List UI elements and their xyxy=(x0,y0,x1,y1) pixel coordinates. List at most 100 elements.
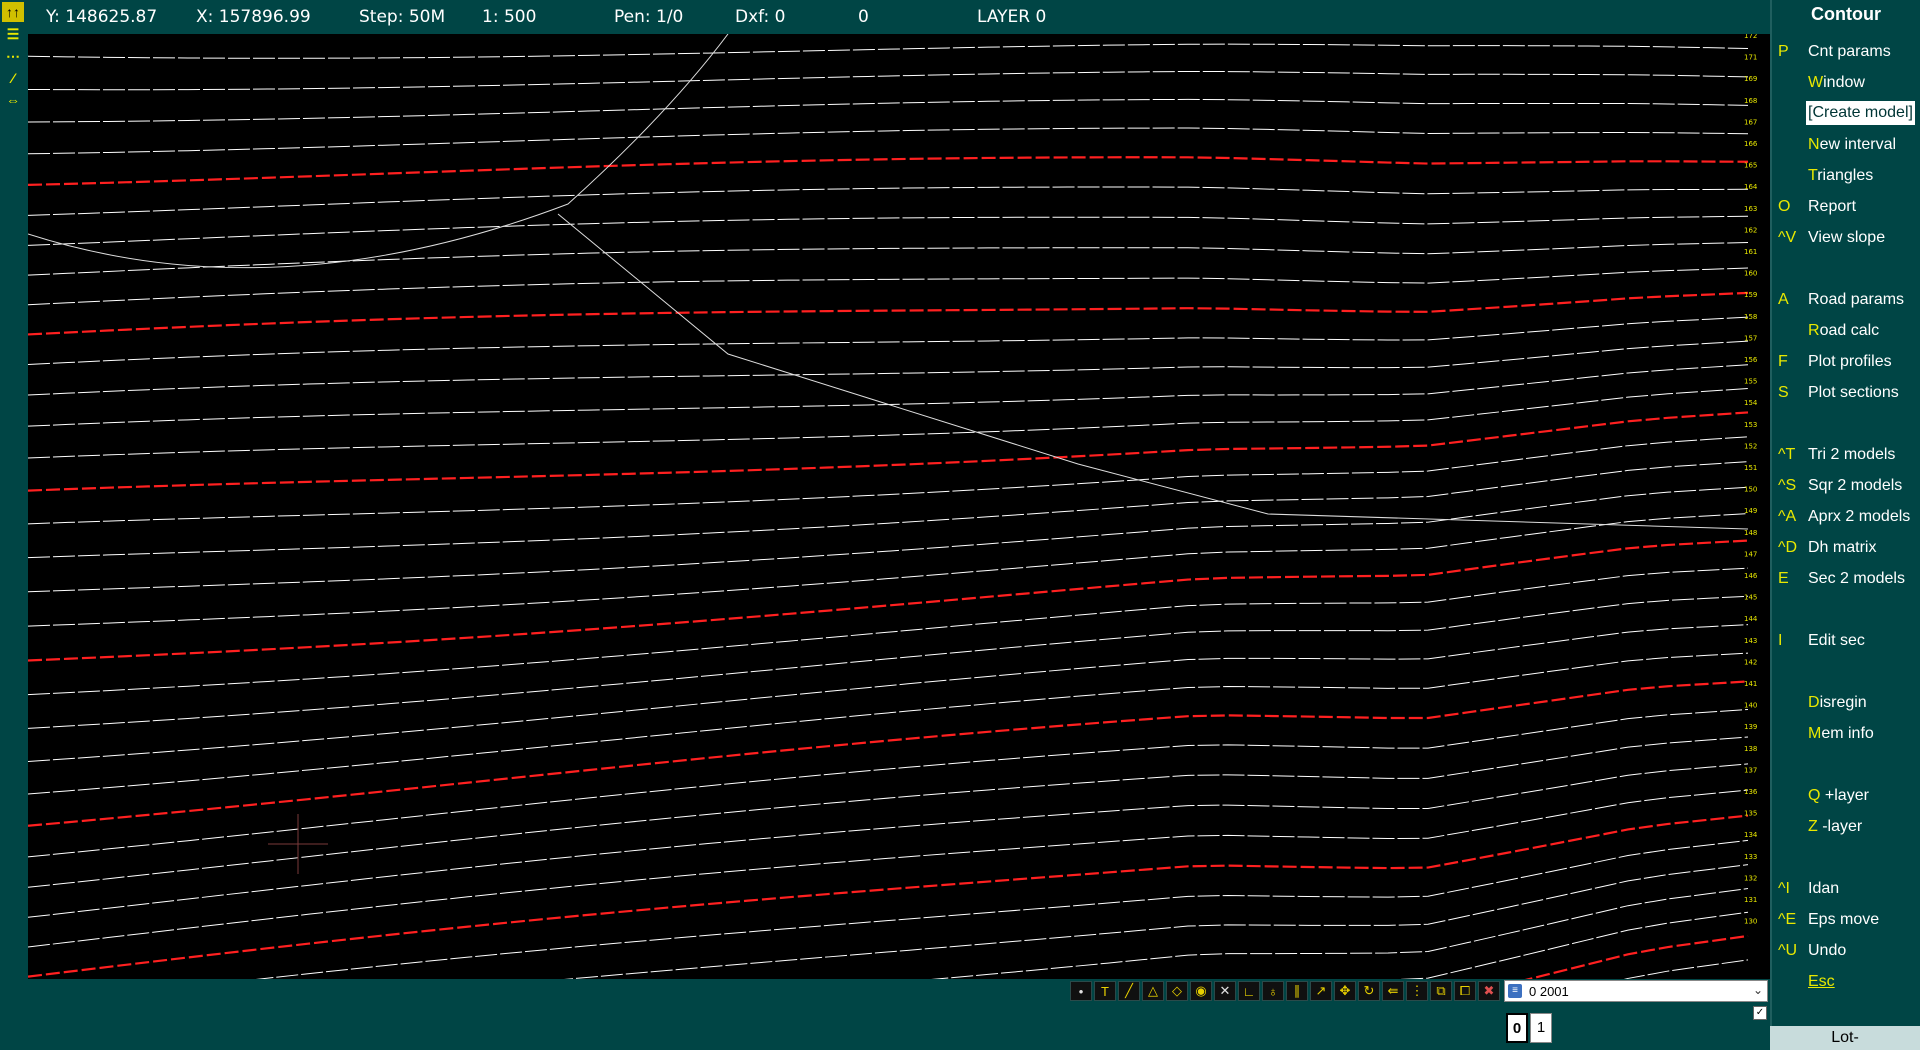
menu-item-label: Cnt params xyxy=(1808,43,1891,61)
contour-elevation-label: 130 xyxy=(1744,918,1757,926)
contour-line xyxy=(28,316,1749,365)
menu-item-sec-2-models[interactable]: E Sec 2 models xyxy=(1772,563,1920,593)
menu-item-sqr-2-models[interactable]: ^S Sqr 2 models xyxy=(1772,470,1920,500)
menu-item-label: Eps move xyxy=(1808,911,1879,929)
circle-icon[interactable]: ◉ xyxy=(1190,981,1212,1001)
parallel-icon[interactable]: ∥ xyxy=(1286,981,1308,1001)
menu-item-riangles[interactable]: Triangles xyxy=(1772,160,1920,190)
dash-line-icon[interactable]: ⋯ xyxy=(2,46,24,66)
contour-elevation-label: 171 xyxy=(1744,54,1757,62)
menu-item-label: Z -layer xyxy=(1808,818,1862,836)
swap-icon[interactable]: ⇔ xyxy=(2,90,24,110)
rotate-icon[interactable]: ↻ xyxy=(1358,981,1380,1001)
copy-icon[interactable]: ⧉ xyxy=(1430,981,1452,1001)
menu-item-report[interactable]: O Report xyxy=(1772,191,1920,221)
menu-item-plot-sections[interactable]: S Plot sections xyxy=(1772,377,1920,407)
contour-elevation-label: 162 xyxy=(1744,226,1757,234)
contour-line xyxy=(28,340,1749,396)
menu-item-oad-calc[interactable]: Road calc xyxy=(1772,315,1920,345)
contour-elevation-label: 151 xyxy=(1744,464,1757,472)
contour-elevation-label: 131 xyxy=(1744,896,1757,904)
cross-icon[interactable]: ✕ xyxy=(1214,981,1236,1001)
point-icon[interactable]: • xyxy=(1070,981,1092,1001)
grid-icon[interactable]: ⋮ xyxy=(1406,981,1428,1001)
menu-item-eps-move[interactable]: ^E Eps move xyxy=(1772,904,1920,934)
menu-item-text: Plot sections xyxy=(1808,384,1899,401)
contour-elevation-label: 157 xyxy=(1744,334,1757,342)
shrink-icon[interactable]: ⇚ xyxy=(1382,981,1404,1001)
bucket-icon[interactable]: ♁ xyxy=(1262,981,1284,1001)
menu-item-edit-sec[interactable]: I Edit sec xyxy=(1772,625,1920,655)
arc-icon[interactable]: △ xyxy=(1142,981,1164,1001)
menu-item-hotkey: N xyxy=(1808,136,1820,153)
pen-button-0[interactable]: 0 xyxy=(1506,1013,1528,1043)
index-contour-line xyxy=(28,411,1749,492)
pen-button-1[interactable]: 1 xyxy=(1530,1013,1552,1043)
contour-line xyxy=(28,736,1749,888)
menu-item-text: Sqr 2 models xyxy=(1808,477,1903,494)
up-arrow-icon[interactable]: ↑↑ xyxy=(2,2,24,22)
menu-item-text: -layer xyxy=(1817,818,1863,835)
delete-icon[interactable]: ✖ xyxy=(1478,981,1500,1001)
menu-item-hotkey: T xyxy=(1808,167,1818,184)
menu-item-text: Report xyxy=(1808,198,1857,215)
layers-icon[interactable]: ☰ xyxy=(2,24,24,44)
menu-item-text: Esc xyxy=(1808,973,1835,990)
contour-elevation-label: 164 xyxy=(1744,183,1758,191)
contour-line xyxy=(28,241,1749,276)
menu-item-view-slope[interactable]: ^V View slope xyxy=(1772,222,1920,252)
paste-icon[interactable]: ⧠ xyxy=(1454,981,1476,1001)
menu-item-shortcut: ^A xyxy=(1778,508,1797,525)
line-icon[interactable]: ╱ xyxy=(1118,981,1140,1001)
menu-item-hotkey: Z xyxy=(1808,818,1818,835)
contour-elevation-label: 145 xyxy=(1744,594,1757,602)
contour-elevation-label: 149 xyxy=(1744,507,1757,515)
menu-item-tri-2-models[interactable]: ^T Tri 2 models xyxy=(1772,439,1920,469)
contour-elevation-label: 168 xyxy=(1744,97,1757,105)
road-centerline xyxy=(557,213,1749,530)
menu-item-text: ew interval xyxy=(1819,136,1897,153)
menu-item-layer[interactable]: Z -layer xyxy=(1772,811,1920,841)
menu-item-label: Idan xyxy=(1808,880,1839,898)
menu-item-road-params[interactable]: A Road params xyxy=(1772,284,1920,314)
contour-elevation-label: 154 xyxy=(1744,399,1758,407)
menu-item-create-model[interactable]: [Create model] xyxy=(1772,98,1920,128)
menu-item-aprx-2-models[interactable]: ^A Aprx 2 models xyxy=(1772,501,1920,531)
move-icon[interactable]: ✥ xyxy=(1334,981,1356,1001)
menu-item-undo[interactable]: ^U Undo xyxy=(1772,935,1920,965)
left-toolbar: ↑↑ ☰ ⋯ ⁄ ⇔ xyxy=(0,0,28,1050)
menu-item-em-info[interactable]: Mem info xyxy=(1772,718,1920,748)
status-bar: Y: 148625.87 X: 157896.99 Step: 50M 1: 5… xyxy=(0,0,1770,34)
menu-item-shortcut: E xyxy=(1778,570,1789,587)
contour-elevation-label: 138 xyxy=(1744,745,1757,753)
menu-item-ew-interval[interactable]: New interval xyxy=(1772,129,1920,159)
menu-item-isregin[interactable]: Disregin xyxy=(1772,687,1920,717)
menu-item-cnt-params[interactable]: P Cnt params xyxy=(1772,36,1920,66)
text-icon[interactable]: T xyxy=(1094,981,1116,1001)
menu-item-label: Report xyxy=(1808,198,1856,216)
contour-elevation-label: 135 xyxy=(1744,810,1757,818)
menu-item-layer[interactable]: Q +layer xyxy=(1772,780,1920,810)
lot-button[interactable]: Lot- xyxy=(1770,1026,1920,1050)
contour-elevation-label: 148 xyxy=(1744,529,1757,537)
menu-item-idan[interactable]: ^I Idan xyxy=(1772,873,1920,903)
contour-elevation-label: 158 xyxy=(1744,313,1757,321)
layer-select-value: 0 2001 xyxy=(1529,984,1569,999)
slope-icon[interactable]: ⁄ xyxy=(2,68,24,88)
menu-item-indow[interactable]: Window xyxy=(1772,67,1920,97)
arrow-icon[interactable]: ↗ xyxy=(1310,981,1332,1001)
corner-icon[interactable]: ∟ xyxy=(1238,981,1260,1001)
diamond-icon[interactable]: ◇ xyxy=(1166,981,1188,1001)
menu-item-hotkey: W xyxy=(1808,74,1824,91)
contour-elevation-label: 165 xyxy=(1744,162,1757,170)
menu-item-text: Cnt params xyxy=(1808,43,1891,60)
layer-icon: ≡ xyxy=(1508,984,1522,998)
layer-visible-checkbox[interactable]: ✓ xyxy=(1753,1006,1767,1020)
menu-item-plot-profiles[interactable]: F Plot profiles xyxy=(1772,346,1920,376)
menu-item-dh-matrix[interactable]: ^D Dh matrix xyxy=(1772,532,1920,562)
menu-item-esc[interactable]: Esc xyxy=(1772,966,1920,996)
layer-select[interactable]: ≡ 0 2001 ⌄ xyxy=(1504,980,1768,1002)
drawing-canvas[interactable]: 172 171 169 168 167 166 165 164 163 162 161 160 159 1… xyxy=(28,34,1770,979)
pen-selector: 0 1 xyxy=(1506,1013,1552,1043)
count-readout: 0 xyxy=(858,7,869,27)
